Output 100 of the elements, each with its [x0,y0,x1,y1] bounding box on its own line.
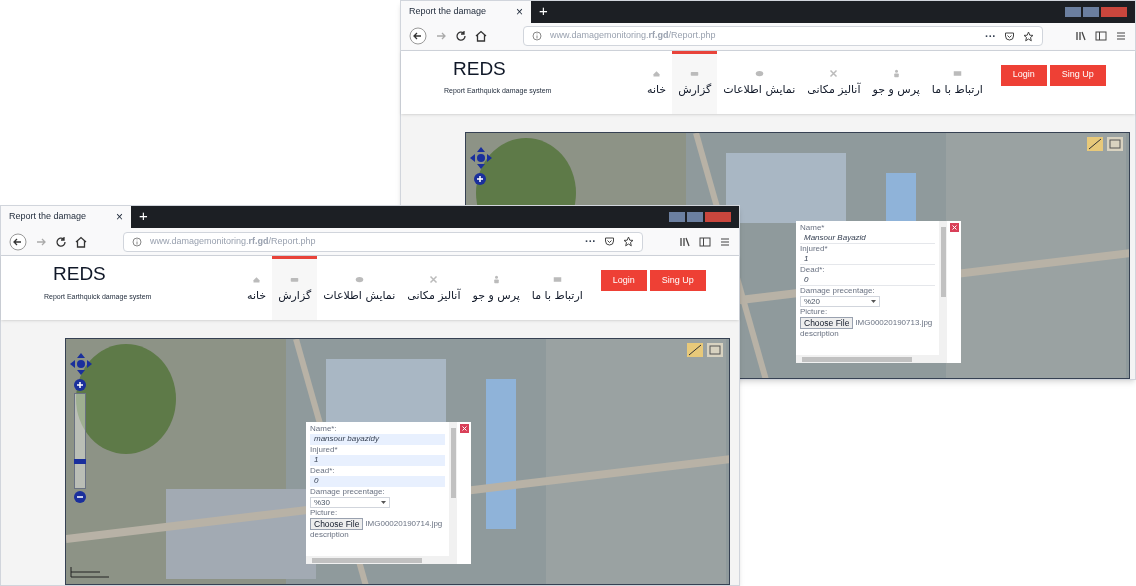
sidebar-icon[interactable] [1095,30,1107,43]
nav-item[interactable]: گزارش [672,50,718,114]
nav-item[interactable]: آنالیز مکانی [801,50,867,114]
back-icon[interactable] [9,232,27,251]
nav-item[interactable]: آنالیز مکانی [401,256,467,320]
file-name: IMG00020190714.jpg [365,519,443,529]
header-button[interactable]: Sing Up [1049,64,1106,86]
input-field[interactable]: 1 [310,455,445,466]
back-icon[interactable] [409,27,427,46]
input-field[interactable]: mansour bayazidy [310,434,445,445]
select-field[interactable]: %30 [310,497,390,508]
site-logo[interactable]: REDS [44,262,241,286]
new-tab-button[interactable]: + [531,1,556,23]
nav-item[interactable]: نمایش اطلاعات [317,256,402,320]
tab-title: Report the damage [9,210,87,224]
field-label: Injured* [310,445,339,455]
input-field[interactable]: 0 [800,275,935,286]
pan-control-icon[interactable] [70,353,92,375]
pan-control-icon[interactable] [470,147,492,169]
reload-icon[interactable] [55,235,67,248]
tab-title: Report the damage [409,5,487,19]
input-field[interactable]: 0 [310,476,445,487]
layers-icon[interactable] [687,343,703,357]
choose-file-button[interactable]: Choose File [800,317,854,329]
pocket-icon[interactable] [604,236,615,247]
horizontal-scrollbar[interactable] [796,355,947,363]
library-icon[interactable] [1075,30,1087,43]
sidebar-icon[interactable] [699,235,711,248]
nav-item[interactable]: ارتباط با ما [925,50,989,114]
field-label: Damage precentage: [800,286,876,296]
url-text: www.damagemonitoring.rf.gd/Report.php [150,234,316,248]
tab-close-button[interactable]: × [516,2,523,21]
nav-icon [652,69,662,79]
zoom-in-button[interactable] [74,379,86,391]
new-tab-button[interactable]: + [131,206,156,228]
field-label: Damage precentage: [310,487,386,497]
browser-tab[interactable]: Report the damage × [401,1,531,23]
dropdown-arrow-icon [871,297,876,305]
nav-icon [354,274,364,284]
page-actions-menu[interactable]: ··· [585,233,596,250]
address-bar[interactable]: www.damagemonitoring.rf.gd/Report.php ··· [123,231,643,252]
home-icon[interactable] [75,235,87,248]
browser-tab[interactable]: Report the damage × [1,206,131,228]
field-label: Injured* [800,244,829,254]
header-button[interactable]: Login [600,270,647,291]
star-icon[interactable] [1023,30,1034,42]
nav-item[interactable]: ارتباط با ما [525,256,589,320]
nav-item[interactable]: خانه [641,50,673,114]
nav-icon [252,274,262,284]
field-label: description [800,329,840,339]
info-icon[interactable] [132,236,142,247]
close-icon[interactable] [949,223,959,232]
pocket-icon[interactable] [1004,30,1015,42]
field-label: Picture: [310,508,339,518]
reload-icon[interactable] [455,30,467,43]
info-icon[interactable] [532,31,542,42]
nav-item[interactable]: نمایش اطلاعات [717,50,802,114]
horizontal-scrollbar[interactable] [306,556,457,564]
header-button[interactable]: Sing Up [649,270,706,291]
scale-bar-icon [70,566,110,578]
dropdown-arrow-icon [381,498,386,506]
star-icon[interactable] [623,236,634,247]
field-label: Dead*: [800,265,826,275]
select-field[interactable]: %20 [800,296,880,307]
field-label: Name*: [310,424,338,434]
input-field[interactable]: 1 [800,254,935,265]
site-logo[interactable]: REDS [444,56,641,81]
zoom-slider-track[interactable] [74,393,86,489]
layers-icon[interactable] [1087,137,1103,151]
nav-icon [552,274,562,284]
nav-item[interactable]: پرس و جو [866,50,926,114]
vertical-scrollbar[interactable] [449,422,457,556]
url-text: www.damagemonitoring.rf.gd/Report.php [550,29,716,43]
input-field[interactable]: Mansour Bayazid [800,233,935,244]
page-actions-menu[interactable]: ··· [985,27,996,45]
library-icon[interactable] [679,235,691,248]
nav-icon [891,69,901,79]
choose-file-button[interactable]: Choose File [310,518,364,530]
zoom-slider-thumb[interactable] [74,458,86,464]
file-name: IMG00020190713.jpg [855,318,933,328]
zoom-in-button[interactable] [474,173,486,185]
nav-item[interactable]: گزارش [272,256,318,320]
nav-icon [491,274,501,284]
nav-item[interactable]: پرس و جو [466,256,526,320]
menu-icon[interactable] [719,235,731,248]
field-label: Dead*: [310,466,336,476]
tab-close-button[interactable]: × [116,208,123,226]
header-button[interactable]: Login [1000,64,1047,86]
close-icon[interactable] [459,424,469,433]
nav-item[interactable]: خانه [241,256,273,320]
address-bar[interactable]: www.damagemonitoring.rf.gd/Report.php ··· [523,26,1043,47]
zoom-out-button[interactable] [74,491,86,503]
nav-icon [429,274,439,284]
nav-icon [952,69,962,79]
field-label: Picture: [800,307,829,317]
field-label: description [310,530,350,540]
menu-icon[interactable] [1115,30,1127,43]
vertical-scrollbar[interactable] [939,221,947,355]
home-icon[interactable] [475,30,487,43]
nav-icon [754,69,764,79]
